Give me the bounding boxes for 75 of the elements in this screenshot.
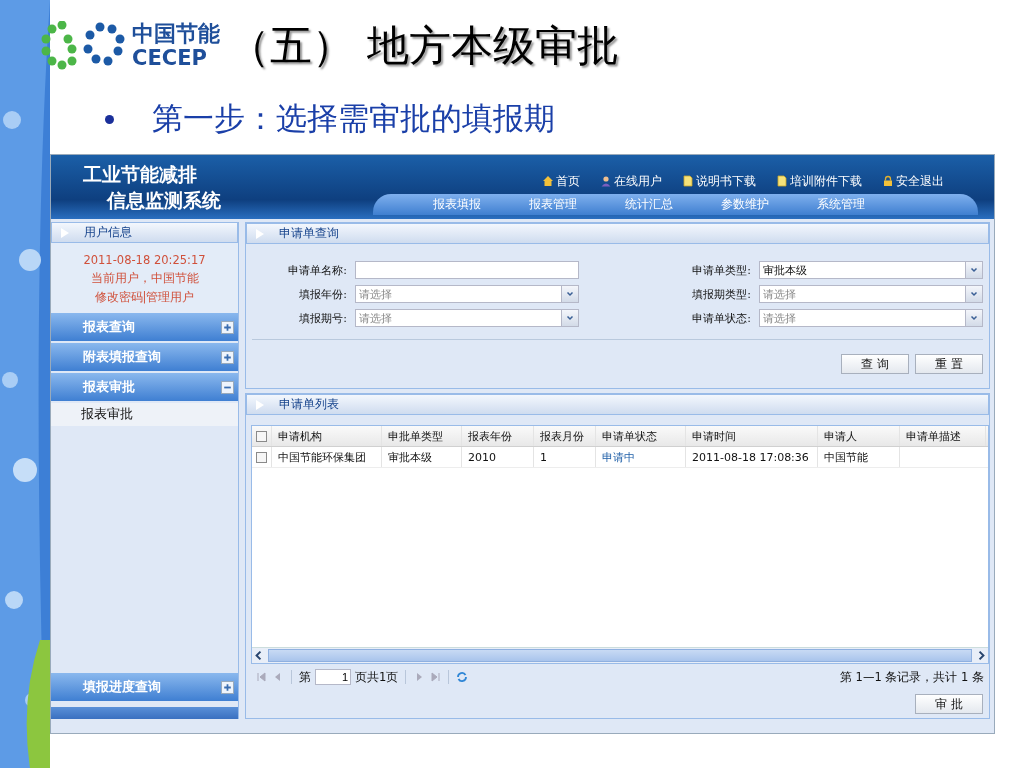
checkbox[interactable] — [256, 430, 267, 442]
dropdown-field[interactable]: 请选择 — [759, 309, 983, 327]
login-time: 2011-08-18 20:25:17 — [83, 253, 206, 267]
header-link[interactable]: 首页 — [542, 170, 580, 192]
slide-title: （五） 地方本级审批 — [228, 20, 620, 72]
pager-text: 第 — [299, 669, 311, 685]
input-field[interactable] — [355, 261, 579, 279]
table-cell: 审批本级 — [382, 447, 462, 467]
header-link[interactable]: 说明书下载 — [682, 170, 756, 192]
triangle-icon — [255, 398, 265, 411]
separator-text: | — [142, 290, 147, 305]
bullet-icon — [105, 114, 114, 124]
refresh-icon[interactable] — [456, 671, 469, 683]
pager-text: 页共1页 — [355, 669, 399, 685]
dropdown-field[interactable]: 请选择 — [355, 285, 579, 303]
column-header[interactable]: 申请人 — [818, 426, 900, 446]
document-icon — [776, 175, 788, 187]
home-icon — [542, 175, 554, 187]
app-title: 信息监测系统 — [105, 188, 222, 213]
approve-button[interactable]: 审 批 — [915, 694, 983, 714]
record-count: 第 1—1 条记录，共计 1 条 — [839, 669, 984, 685]
column-header[interactable]: 申批单类型 — [382, 426, 462, 446]
first-page-icon[interactable] — [256, 671, 268, 683]
table-cell: 申请中 — [596, 447, 686, 467]
triangle-icon — [60, 226, 70, 239]
dropdown-field[interactable]: 请选择 — [355, 309, 579, 327]
field-label: 申请单状态: — [691, 310, 751, 326]
lock-icon — [882, 175, 894, 187]
field-label: 填报期号: — [298, 310, 347, 326]
dropdown-field[interactable]: 审批本级 — [759, 261, 983, 279]
user-icon — [600, 175, 612, 187]
field-label: 申请单类型: — [691, 262, 751, 278]
table-cell: 2011-08-18 17:08:36 — [686, 447, 818, 467]
caret-icon — [561, 310, 578, 326]
field-label: 填报期类型: — [691, 286, 751, 302]
panel-title: 申请单查询 — [279, 225, 339, 242]
header-link[interactable]: 培训附件下载 — [776, 170, 862, 192]
caret-icon — [965, 310, 982, 326]
panel-title: 申请单列表 — [279, 396, 339, 413]
table-cell: 2010 — [462, 447, 534, 467]
column-header[interactable]: 申请时间 — [686, 426, 818, 446]
current-user: 当前用户，中国节能 — [90, 271, 199, 286]
form-button[interactable]: 查 询 — [841, 354, 909, 374]
caret-icon — [965, 286, 982, 302]
user-link[interactable]: 管理用户 — [146, 290, 195, 305]
logo-text: 中国节能 — [132, 23, 220, 45]
form-button[interactable]: 重 置 — [915, 354, 983, 374]
caret-icon — [561, 286, 578, 302]
table-cell: 中国节能 — [818, 447, 900, 467]
header-link[interactable]: 在线用户 — [600, 170, 662, 192]
field-label: 填报年份: — [298, 286, 347, 302]
column-header[interactable]: 申请单描述 — [900, 426, 986, 446]
app-title: 工业节能减排 — [83, 162, 198, 187]
dropdown-field[interactable]: 请选择 — [759, 285, 983, 303]
page-number-field[interactable]: 1 — [315, 669, 351, 685]
triangle-icon — [255, 227, 265, 240]
checkbox[interactable] — [256, 451, 267, 463]
table-cell: 中国节能环保集团 — [272, 447, 382, 467]
logo-text: CECEP — [132, 48, 208, 69]
document-icon — [682, 175, 694, 187]
header-link[interactable]: 安全退出 — [882, 170, 944, 192]
panel-title: 用户信息 — [84, 224, 132, 241]
last-page-icon[interactable] — [429, 671, 442, 683]
sidebar-item[interactable]: 报表审批 — [51, 403, 238, 426]
field-label: 申请单名称: — [287, 262, 347, 278]
user-link[interactable]: 修改密码 — [94, 290, 143, 305]
table-row[interactable]: 中国节能环保集团 审批本级 2010 1 申请中 2011-08-18 17:08:36 中国节能 — [252, 447, 988, 468]
column-header[interactable]: 报表年份 — [462, 426, 534, 446]
column-header[interactable]: 申请单状态 — [596, 426, 686, 446]
column-header[interactable]: 报表月份 — [534, 426, 596, 446]
horizontal-scrollbar[interactable] — [252, 647, 988, 663]
column-header[interactable]: 申请机构 — [272, 426, 382, 446]
table-cell: 1 — [534, 447, 596, 467]
caret-icon — [965, 262, 982, 278]
bullet-text: 第一步：选择需审批的填报期 — [152, 99, 555, 138]
